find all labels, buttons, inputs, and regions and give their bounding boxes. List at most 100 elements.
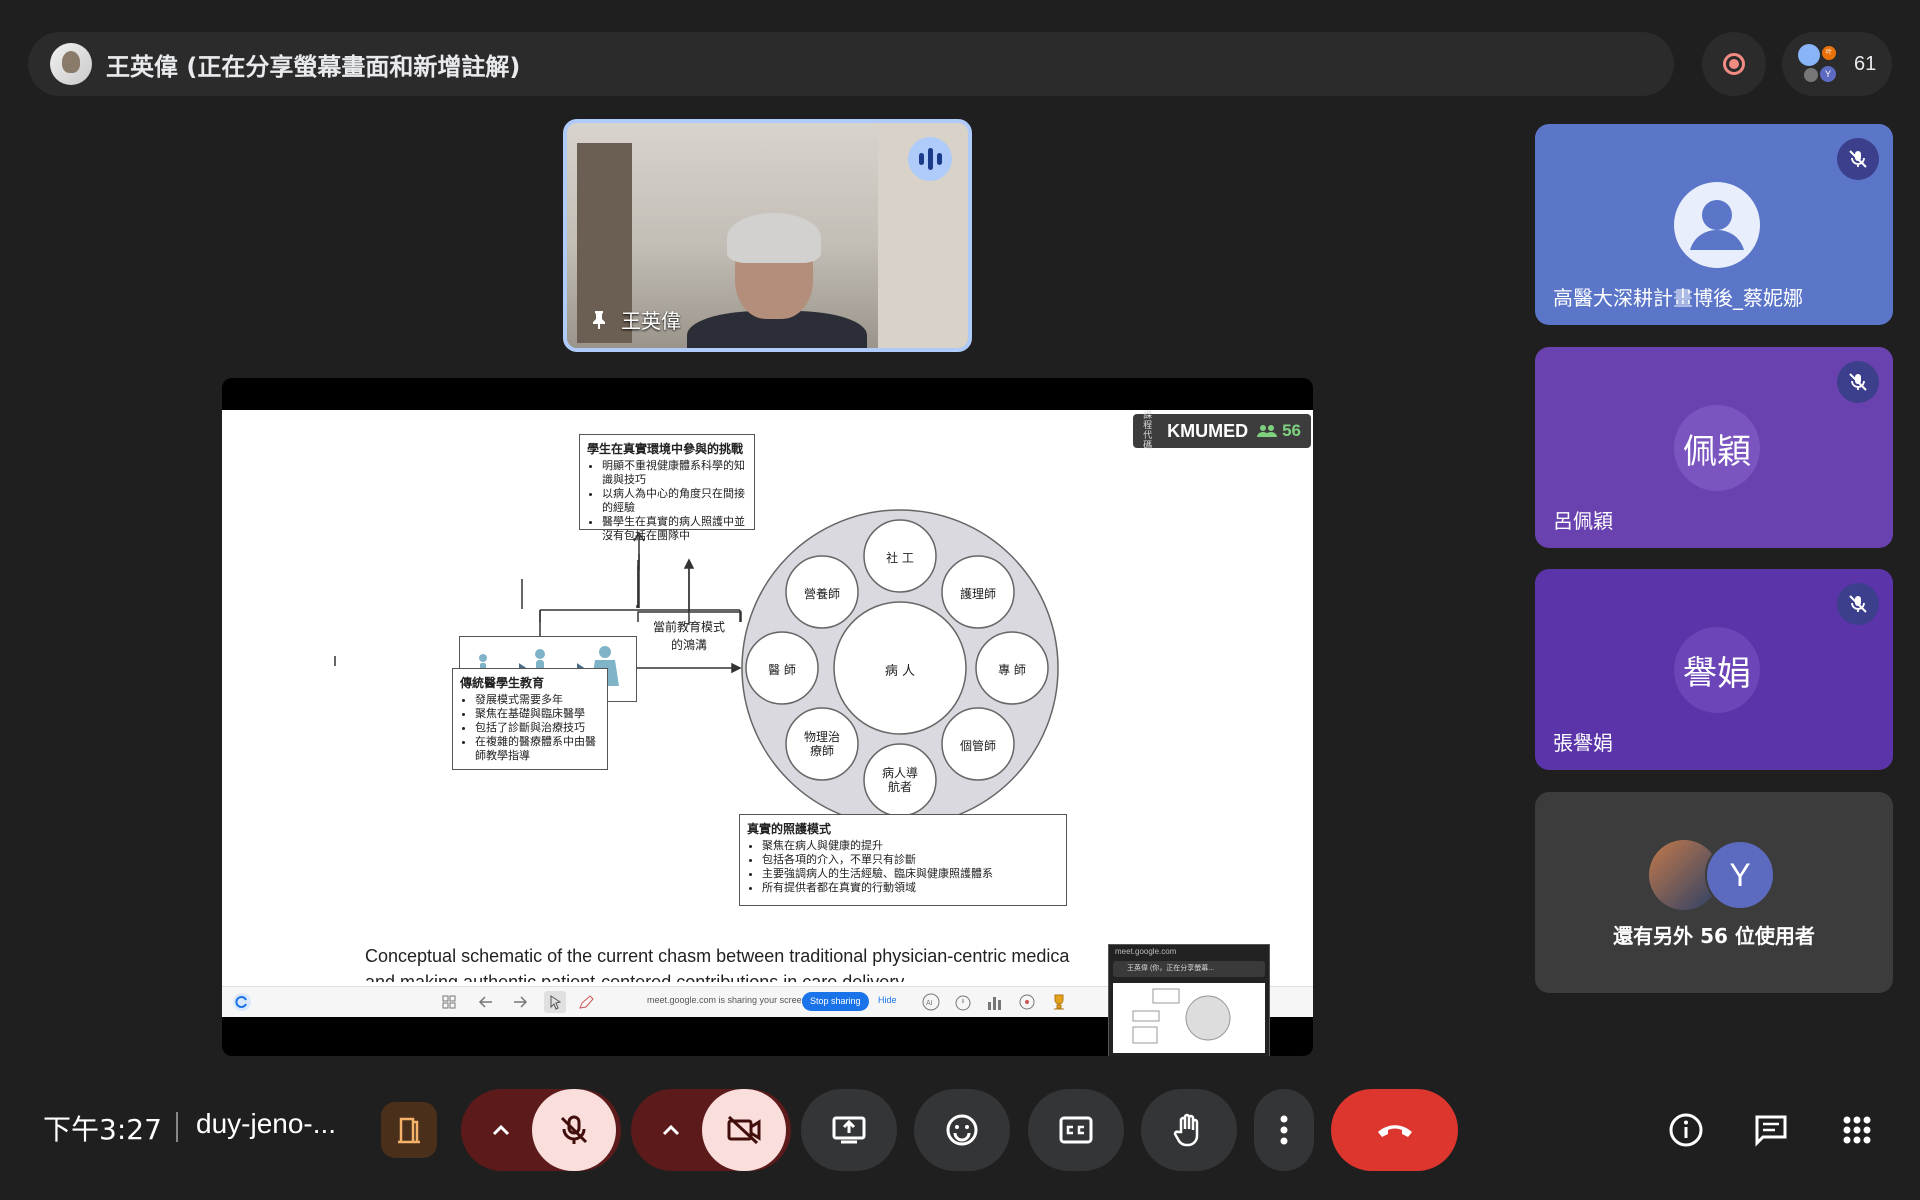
- more-options-button[interactable]: [1254, 1089, 1314, 1171]
- participant-tile[interactable]: 佩穎 呂佩穎: [1535, 347, 1893, 548]
- mic-off-icon: [560, 1115, 588, 1144]
- box-item: 包括了診斷與治療技巧: [475, 721, 601, 735]
- people-count: 61: [1854, 52, 1877, 75]
- slide-caption: Conceptual schematic of the current chas…: [365, 946, 1070, 966]
- hide-button[interactable]: Hide: [878, 995, 897, 1005]
- camera-toggle-button[interactable]: [702, 1089, 786, 1171]
- sharing-notice: meet.google.com is sharing your screen.: [647, 995, 810, 1005]
- forward-arrow-icon[interactable]: [512, 995, 528, 1009]
- presenter-bar: 王英偉 (正在分享螢幕畫面和新增註解): [28, 32, 1674, 96]
- hand-icon: [1173, 1113, 1199, 1147]
- chat-button[interactable]: [1729, 1089, 1813, 1171]
- preview-slide: [1113, 983, 1265, 1053]
- other-participants-tile[interactable]: Y 還有另外 56 位使用者: [1535, 792, 1893, 993]
- meeting-details-button[interactable]: [1644, 1089, 1728, 1171]
- people-avatars: 叶 Y: [1796, 42, 1840, 86]
- door-icon: [398, 1117, 420, 1144]
- presenter-avatar: [50, 43, 92, 85]
- pinned-video-tile[interactable]: 王英偉: [563, 119, 972, 352]
- box-item: 明顯不重視健康體系科學的知識與技巧: [602, 459, 748, 487]
- role-label: 護理師: [959, 587, 996, 601]
- chevron-up-icon: [492, 1124, 510, 1136]
- participant-avatar: 譽娟: [1674, 627, 1760, 713]
- info-icon: [1669, 1113, 1703, 1147]
- role-label: 醫 師: [768, 663, 796, 677]
- care-model-box: 真實的照護模式 聚焦在病人與健康的提升 包括各項的介入，不單只有診斷 主要強調病…: [739, 814, 1067, 906]
- speaking-indicator-icon: [908, 137, 952, 181]
- activities-button[interactable]: [1815, 1089, 1899, 1171]
- leave-call-button[interactable]: [1331, 1089, 1458, 1171]
- box-item: 主要強調病人的生活經驗、臨床與健康照護體系: [762, 867, 1060, 881]
- shared-screen: 課程代碼 KMUMED 56 病 人 社 工 護理師 專 師 個管師 病人導航者…: [222, 378, 1313, 1056]
- meeting-code[interactable]: duy-jeno-...: [196, 1108, 336, 1140]
- chat-icon: [1755, 1115, 1787, 1147]
- participant-avatar: 佩穎: [1674, 405, 1760, 491]
- reactions-button[interactable]: [914, 1089, 1010, 1171]
- participant-name: 呂佩穎: [1553, 509, 1613, 533]
- others-count-text: 還有另外 56 位使用者: [1613, 924, 1815, 948]
- participant-name: 王英偉: [621, 309, 681, 333]
- role-label: 病人導航者: [881, 766, 918, 794]
- captions-button[interactable]: [1028, 1089, 1124, 1171]
- traditional-education-box: 傳統醫學生教育 發展模式需要多年 聚焦在基礎與臨床醫學 包括了診斷與治療技巧 在…: [452, 668, 608, 770]
- reload-icon[interactable]: [232, 992, 252, 1012]
- wheel-icon[interactable]: [1018, 993, 1036, 1011]
- raise-hand-button[interactable]: [1141, 1089, 1237, 1171]
- preview-url: meet.google.com: [1115, 947, 1177, 956]
- camera-off-icon: [727, 1115, 761, 1145]
- more-vert-icon: [1280, 1115, 1288, 1145]
- ai-icon[interactable]: AI: [922, 993, 940, 1011]
- people-button[interactable]: 叶 Y 61: [1782, 32, 1892, 96]
- recording-icon: [1723, 53, 1745, 75]
- participant-tile[interactable]: 高醫大深耕計畫博後_蔡妮娜: [1535, 124, 1893, 325]
- preview-title-bar: 王英偉 (你，正在分享螢幕...: [1113, 961, 1265, 977]
- hang-up-icon: [1377, 1125, 1412, 1137]
- box-item: 發展模式需要多年: [475, 693, 601, 707]
- box-item: 醫學生在真實的病人照護中並沒有包括在團隊中: [602, 515, 748, 543]
- chevron-up-icon: [662, 1124, 680, 1136]
- diagram-connectors: [334, 509, 1059, 827]
- mic-toggle-button[interactable]: [532, 1089, 616, 1171]
- presenter-title: 王英偉 (正在分享螢幕畫面和新增註解): [106, 52, 521, 81]
- box-item: 所有提供者都在真實的行動領域: [762, 881, 1060, 895]
- grid-icon[interactable]: [442, 995, 456, 1009]
- emoji-icon: [946, 1114, 978, 1146]
- back-arrow-icon[interactable]: [478, 995, 494, 1009]
- mic-off-icon: [1837, 583, 1879, 625]
- pointer-icon[interactable]: [544, 991, 566, 1013]
- present-icon: [832, 1116, 866, 1144]
- recording-button[interactable]: [1702, 32, 1766, 96]
- role-label: 專 師: [998, 663, 1026, 677]
- slide: 課程代碼 KMUMED 56 病 人 社 工 護理師 專 師 個管師 病人導航者…: [222, 410, 1313, 1017]
- box-item: 在複雜的醫療體系中由醫師教學指導: [475, 735, 601, 763]
- chart-icon[interactable]: [986, 993, 1004, 1011]
- box-item: 聚焦在基礎與臨床醫學: [475, 707, 601, 721]
- box-title: 真實的照護模式: [747, 822, 832, 836]
- captions-icon: [1059, 1116, 1093, 1144]
- participant-tile[interactable]: 譽娟 張譽娟: [1535, 569, 1893, 770]
- role-label: 營養師: [803, 587, 840, 601]
- companion-mode-button[interactable]: [381, 1102, 437, 1158]
- screen-preview-thumbnail[interactable]: meet.google.com 王英偉 (你，正在分享螢幕...: [1108, 944, 1270, 1056]
- role-label: 物理治療師: [803, 730, 840, 758]
- role-label: 個管師: [959, 739, 996, 753]
- box-item: 以病人為中心的角度只在間接的經驗: [602, 487, 748, 515]
- participant-avatar: Y: [1705, 840, 1775, 910]
- stop-sharing-button[interactable]: Stop sharing: [802, 992, 869, 1011]
- role-label: 社 工: [886, 551, 914, 565]
- box-item: 聚焦在病人與健康的提升: [762, 839, 1060, 853]
- svg-text:AI: AI: [926, 1000, 933, 1007]
- present-screen-button[interactable]: [801, 1089, 897, 1171]
- slide-caption-line2: and making authentic patient-centered co…: [365, 972, 905, 982]
- box-title: 傳統醫學生教育: [460, 676, 545, 690]
- apps-grid-icon: [1843, 1116, 1871, 1144]
- divider: [176, 1112, 178, 1142]
- pin-icon: [593, 310, 605, 329]
- timer-icon[interactable]: [954, 993, 972, 1011]
- gap-label: 當前教育模式的鴻溝: [652, 620, 725, 652]
- trophy-icon[interactable]: [1050, 993, 1068, 1011]
- box-title: 學生在真實環境中參與的挑戰: [587, 442, 744, 456]
- box-item: 包括各項的介入，不單只有診斷: [762, 853, 1060, 867]
- pen-icon[interactable]: [578, 994, 594, 1010]
- clock: 下午3:27: [43, 1113, 162, 1146]
